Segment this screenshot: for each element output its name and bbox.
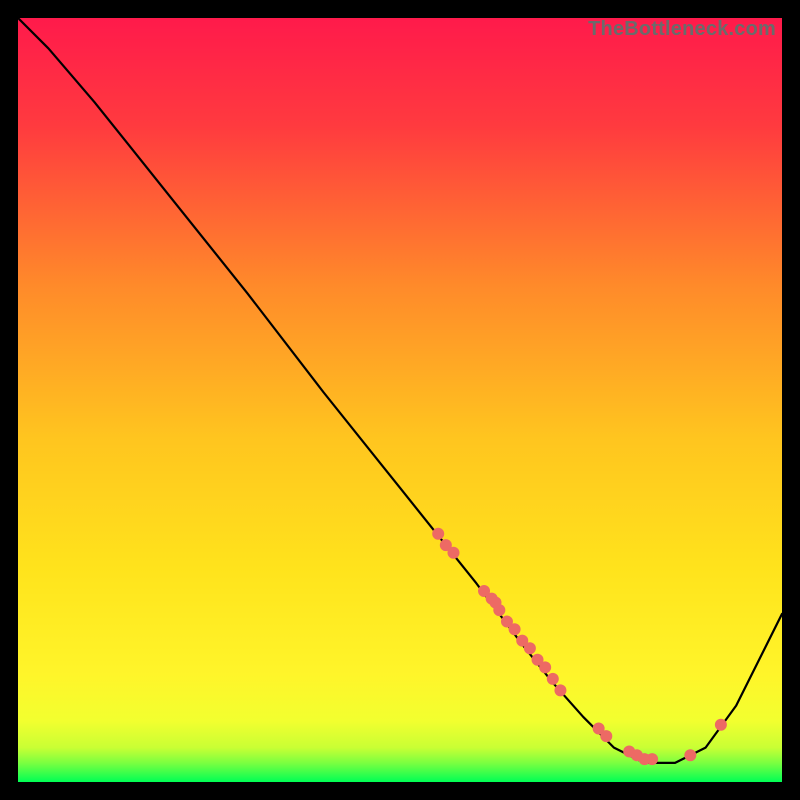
watermark-text: TheBottleneck.com xyxy=(588,18,776,41)
gradient-bg xyxy=(18,18,782,782)
chart-plot xyxy=(18,18,782,782)
chart-frame: TheBottleneck.com xyxy=(18,18,782,782)
